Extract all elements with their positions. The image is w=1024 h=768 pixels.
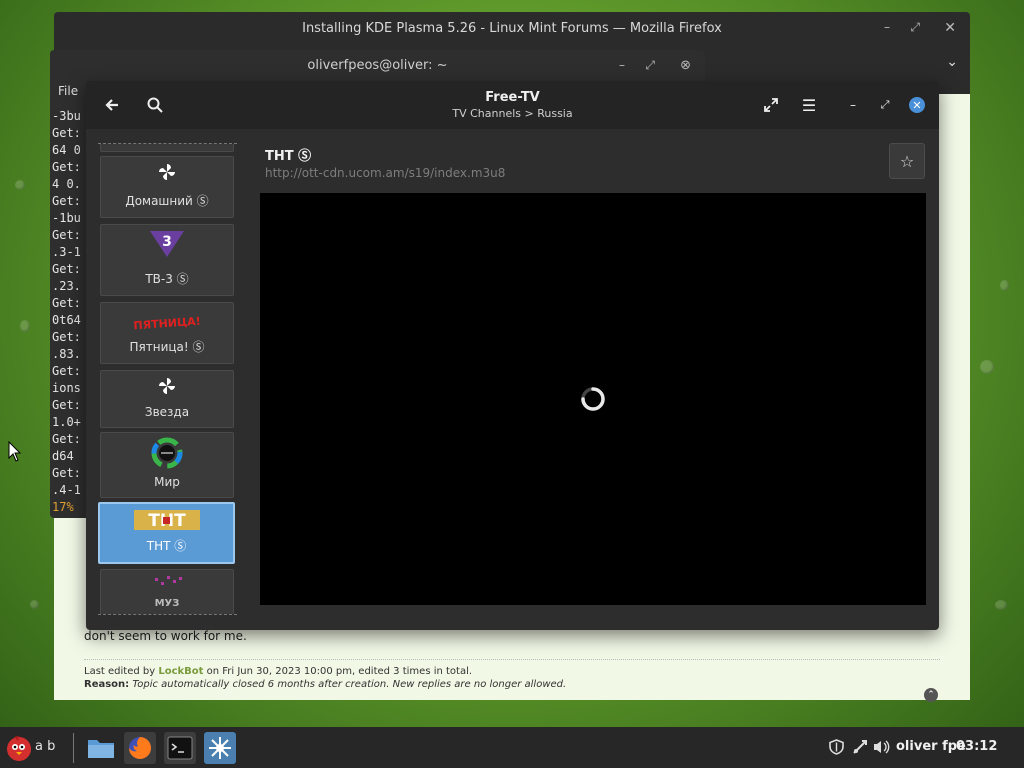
channel-item-partial[interactable]	[100, 144, 234, 152]
terminal-line: Get:	[52, 330, 81, 344]
maximize-icon[interactable]: ⤢	[910, 20, 920, 35]
close-icon[interactable]: ✕	[909, 97, 925, 113]
network-icon[interactable]	[852, 739, 868, 759]
terminal-taskbar-icon[interactable]	[164, 732, 196, 764]
terminal-line: .3-1	[52, 245, 81, 259]
terminal-line: -3bu	[52, 109, 81, 123]
tnt-logo-icon: ТНТ	[100, 508, 233, 532]
channel-label: ТНТ Ⓢ	[146, 539, 187, 553]
scroll-top-icon[interactable]: ⌃	[924, 688, 938, 702]
favorite-star-button[interactable]: ☆	[889, 143, 925, 179]
taskbar-separator	[73, 733, 74, 763]
volume-icon[interactable]	[873, 739, 891, 759]
tv3-logo-text: 3	[162, 234, 172, 250]
channel-item[interactable]: МУЗ	[100, 569, 234, 614]
firefox-taskbar-icon[interactable]	[124, 732, 156, 764]
terminal-line: Get:	[52, 432, 81, 446]
terminal-title: oliverfpeos@oliver: ~	[307, 57, 448, 73]
channel-name: ТНТ Ⓢ	[265, 149, 312, 164]
terminal-line: Get:	[52, 228, 81, 242]
freetv-taskbar-icon[interactable]	[204, 732, 236, 764]
terminal-progress: 17%	[52, 500, 74, 514]
tv3-logo-icon: 3	[101, 229, 233, 259]
maximize-icon[interactable]: ⤢	[873, 93, 897, 117]
terminal-line: Get:	[52, 126, 81, 140]
channel-url[interactable]: http://ott-cdn.ucom.am/s19/index.m3u8	[265, 166, 505, 180]
forum-post: don't seem to work for me. Last edited b…	[84, 624, 940, 690]
terminal-line: Get:	[52, 364, 81, 378]
channel-label: ТВ-3 Ⓢ	[145, 272, 189, 286]
chevron-down-icon[interactable]: ⌄	[946, 54, 958, 70]
terminal-line: Get:	[52, 398, 81, 412]
channel-item[interactable]: ПЯТНИЦА! Пятница! Ⓢ	[100, 302, 234, 364]
freetv-header[interactable]: Free-TV TV Channels > Russia ☰ – ⤢ ✕	[86, 81, 939, 129]
terminal-line: d64	[52, 449, 74, 463]
channel-item[interactable]: Мир	[100, 432, 234, 498]
terminal-line: .83.	[52, 347, 81, 361]
file-manager-icon[interactable]	[85, 732, 117, 764]
reason-label: Reason:	[84, 679, 130, 690]
terminal-line: 1.0+	[52, 415, 81, 429]
terminal-output[interactable]: -3bu Get: 64 0 Get: 4 0. Get: -1bu Get: .3-1 Get:…	[52, 108, 86, 516]
shield-icon[interactable]	[829, 739, 844, 759]
channel-item[interactable]: ТНТ ТНТ Ⓢ	[98, 502, 235, 564]
channel-label: Мир	[154, 475, 180, 489]
muz-logo-text: МУЗ	[155, 598, 180, 609]
edit-note: Last edited by LockBot on Fri Jun 30, 20…	[84, 659, 940, 677]
channel-item[interactable]: 3 ТВ-3 Ⓢ	[100, 224, 234, 296]
freetv-window[interactable]: Free-TV TV Channels > Russia ☰ – ⤢ ✕ Дом…	[86, 81, 939, 630]
mir-logo-icon	[101, 437, 233, 469]
channel-item[interactable]: Звезда	[100, 370, 234, 428]
channel-placeholder-icon	[101, 377, 233, 395]
channel-item[interactable]: Домашний Ⓢ	[100, 156, 234, 218]
terminal-line: Get:	[52, 262, 81, 276]
terminal-menu-file[interactable]: File	[58, 84, 78, 98]
close-icon[interactable]: ✕	[944, 20, 956, 36]
channel-label: Пятница! Ⓢ	[129, 340, 205, 354]
channel-list[interactable]: Домашний Ⓢ 3 ТВ-3 Ⓢ ПЯТНИЦА! Пятница! Ⓢ Звезд…	[98, 143, 237, 615]
terminal-line: ions	[52, 381, 81, 395]
close-icon[interactable]: ⊗	[680, 58, 691, 73]
taskbar: a b oliver fpe 03:12	[0, 727, 1024, 768]
terminal-line: Get:	[52, 194, 81, 208]
mouse-cursor-icon	[8, 441, 22, 462]
channel-detail: ТНТ Ⓢ http://ott-cdn.ucom.am/s19/index.m…	[260, 129, 926, 619]
reason-note: Reason: Topic automatically closed 6 mon…	[84, 679, 940, 690]
loading-spinner-icon	[581, 387, 605, 411]
terminal-line: -1bu	[52, 211, 81, 225]
edit-user-link[interactable]: LockBot	[158, 666, 203, 677]
minimize-icon[interactable]: –	[884, 20, 890, 34]
minimize-icon[interactable]: –	[841, 93, 865, 117]
reason-text: Topic automatically closed 6 months afte…	[132, 679, 567, 690]
terminal-titlebar[interactable]: oliverfpeos@oliver: ~ – ⤢ ⊗	[50, 50, 705, 80]
pyatnitsa-logo-icon: ПЯТНИЦА!	[101, 309, 233, 335]
firefox-titlebar[interactable]: Installing KDE Plasma 5.26 - Linux Mint …	[54, 12, 970, 44]
terminal-line: Get:	[52, 160, 81, 174]
fullscreen-icon[interactable]	[759, 93, 783, 117]
channel-label: Звезда	[144, 405, 190, 419]
firefox-title: Installing KDE Plasma 5.26 - Linux Mint …	[302, 20, 722, 36]
terminal-line: 0t64	[52, 313, 81, 327]
terminal-line: 64 0	[52, 143, 81, 157]
workspace-switcher[interactable]: a b	[35, 739, 55, 754]
minimize-icon[interactable]: –	[619, 58, 625, 72]
edit-suffix: on Fri Jun 30, 2023 10:00 pm, edited 3 t…	[203, 666, 473, 677]
maximize-icon[interactable]: ⤢	[645, 58, 655, 73]
terminal-line: Get:	[52, 296, 81, 310]
terminal-line: Get:	[52, 466, 81, 480]
menu-icon[interactable]: ☰	[797, 93, 821, 117]
muz-logo-icon: МУЗ	[101, 574, 233, 610]
terminal-line: 4 0.	[52, 177, 81, 191]
channel-placeholder-icon	[101, 163, 233, 181]
pyatnitsa-logo-text: ПЯТНИЦА!	[133, 315, 201, 333]
edit-prefix: Last edited by	[84, 666, 159, 677]
terminal-line: .4-1	[52, 483, 81, 497]
post-text: don't seem to work for me.	[84, 629, 247, 643]
clock[interactable]: 03:12	[956, 739, 997, 754]
start-menu-bird-icon[interactable]	[3, 732, 35, 764]
video-player[interactable]	[260, 193, 926, 605]
channel-label: Домашний Ⓢ	[125, 194, 209, 208]
terminal-line: .23.	[52, 279, 81, 293]
